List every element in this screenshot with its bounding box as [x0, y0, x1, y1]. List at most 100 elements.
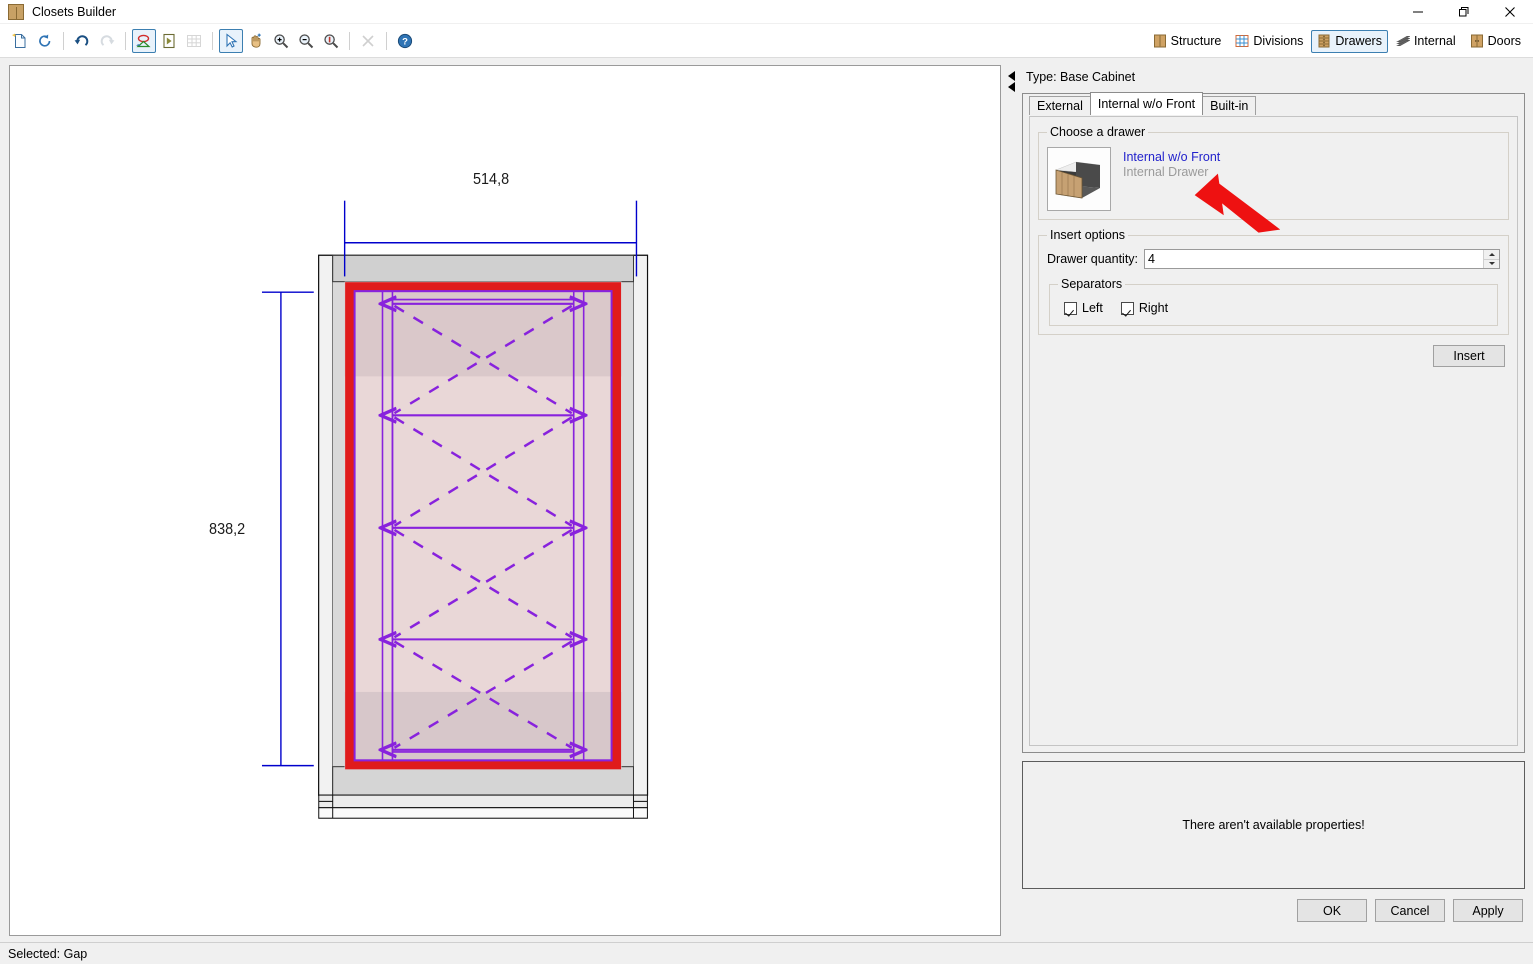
maximize-button[interactable] [1441, 0, 1487, 24]
tab-panel-internal-wo-front: Choose a drawer Internal w/o Front Inter… [1029, 116, 1518, 746]
drawer-quantity-input[interactable] [1145, 250, 1483, 268]
toolbar-separator [63, 31, 64, 50]
ok-button[interactable]: OK [1297, 899, 1367, 922]
collapse-left-icon-2 [1007, 81, 1015, 92]
window-controls [1395, 0, 1533, 24]
drawer-3d-icon [1048, 148, 1110, 210]
dialog-button-row: OK Cancel Apply [1022, 889, 1525, 922]
chevron-up-icon [1488, 252, 1495, 256]
chevron-down-icon [1488, 262, 1495, 266]
properties-empty-message: There aren't available properties! [1182, 818, 1365, 832]
main-toolbar: ? Structure Divisions Drawers Internal D… [0, 24, 1533, 58]
undo-button[interactable] [70, 29, 94, 53]
properties-panel: There aren't available properties! [1022, 761, 1525, 889]
edit-shape-button[interactable] [132, 28, 156, 53]
module-button-group: Structure Divisions Drawers Internal Doo… [1147, 24, 1527, 58]
insert-button[interactable]: Insert [1433, 345, 1505, 367]
help-question-icon: ? [397, 33, 413, 48]
shelves-icon [1396, 36, 1410, 46]
grid-blue-icon [1235, 35, 1249, 47]
checkbox-checked-icon [1064, 301, 1077, 315]
checkbox-checked-icon-2 [1120, 301, 1134, 315]
spinner-decrement-button[interactable] [1484, 258, 1499, 268]
drawer-3d-thumbnail[interactable] [1047, 147, 1111, 211]
drawer-option-labels: Internal w/o Front Internal Drawer [1123, 147, 1220, 179]
grid-icon [187, 34, 201, 47]
app-cabinet-icon [8, 3, 24, 20]
refresh-icon [39, 34, 51, 47]
play-button[interactable] [157, 29, 181, 53]
canvas-container: 514,8 838,2 [0, 58, 1006, 942]
tab-built-in[interactable]: Built-in [1202, 96, 1257, 115]
module-drawers-label: Drawers [1335, 34, 1382, 48]
tab-internal-wo-front[interactable]: Internal w/o Front [1089, 92, 1204, 115]
magnifier-minus-icon [299, 33, 314, 48]
panel-splitter[interactable] [1006, 58, 1022, 942]
choose-a-drawer-group: Choose a drawer Internal w/o Front Inter… [1038, 125, 1509, 220]
spinner-buttons [1483, 250, 1499, 268]
magnifier-plus-icon [274, 33, 289, 48]
toolbar-left-group: ? [0, 28, 417, 53]
zoom-fit-button[interactable] [319, 29, 343, 53]
drawer-option-subtitle: Internal Drawer [1123, 165, 1209, 179]
module-internal-button[interactable]: Internal [1390, 30, 1462, 53]
doors-icon [1470, 34, 1483, 48]
cancel-button[interactable]: Cancel [1375, 899, 1445, 922]
drawing-canvas[interactable]: 514,8 838,2 [9, 65, 1001, 936]
zoom-out-button[interactable] [294, 29, 318, 53]
edit-shape-icon [136, 34, 151, 47]
close-button[interactable] [1487, 0, 1533, 24]
choose-a-drawer-legend: Choose a drawer [1050, 125, 1146, 139]
close-icon [1505, 6, 1515, 17]
minimize-icon [1413, 11, 1423, 12]
drawer-option-title[interactable]: Internal w/o Front [1123, 150, 1220, 164]
pan-tool-button[interactable] [244, 29, 268, 53]
separators-group: Separators Left Right [1049, 277, 1498, 326]
module-divisions-label: Divisions [1253, 34, 1304, 48]
toolbar-separator [125, 31, 126, 50]
select-tool-button[interactable] [219, 28, 243, 53]
collapse-panel-button[interactable] [1006, 66, 1016, 96]
spinner-increment-button[interactable] [1484, 250, 1499, 259]
magnifier-one-icon [324, 33, 339, 48]
tab-external[interactable]: External [1029, 96, 1091, 115]
minimize-button[interactable] [1395, 0, 1441, 24]
separator-right-label: Right [1138, 301, 1169, 315]
module-doors-button[interactable]: Doors [1464, 30, 1527, 53]
separator-left-checkbox[interactable]: Left [1064, 301, 1103, 315]
tab-external-label: External [1037, 99, 1083, 113]
main-body: 514,8 838,2 Type: Base Cabinet External … [0, 58, 1533, 942]
separator-right-checkbox[interactable]: Right [1120, 301, 1169, 315]
module-structure-button[interactable]: Structure [1147, 30, 1228, 53]
cabinet-icon [1153, 34, 1166, 48]
properties-section: There aren't available properties! OK Ca… [1022, 761, 1525, 922]
toolbar-separator [212, 31, 213, 50]
module-drawers-button[interactable]: Drawers [1311, 29, 1388, 53]
module-structure-label: Structure [1170, 34, 1222, 48]
toolbar-separator [349, 31, 350, 50]
application-window: Closets Builder ? Structure Divisions Dr… [0, 0, 1533, 964]
grid-button[interactable] [182, 29, 206, 53]
module-divisions-button[interactable]: Divisions [1229, 30, 1309, 53]
drawer-option-row[interactable]: Internal w/o Front Internal Drawer [1047, 145, 1500, 211]
help-button[interactable]: ? [393, 29, 417, 53]
separator-checkbox-row: Left Right [1058, 297, 1489, 317]
insert-button-row: Insert [1030, 335, 1517, 367]
reload-button[interactable] [33, 29, 57, 53]
height-dimension-label: 838,2 [209, 522, 245, 538]
drawer-quantity-spinner[interactable] [1144, 249, 1500, 269]
window-title: Closets Builder [32, 4, 117, 19]
undo-icon [74, 34, 89, 46]
play-outline-icon [163, 33, 175, 48]
toolbar-separator [386, 31, 387, 50]
redo-button[interactable] [95, 29, 119, 53]
insert-options-group: Insert options Drawer quantity: 4 Separa… [1038, 228, 1509, 335]
delete-button[interactable] [356, 29, 380, 53]
drawer-quantity-label: Drawer quantity: [1047, 252, 1139, 266]
zoom-in-button[interactable] [269, 29, 293, 53]
redo-icon [100, 34, 115, 46]
separators-legend: Separators [1061, 277, 1123, 291]
new-document-button[interactable] [8, 29, 32, 53]
apply-button[interactable]: Apply [1453, 899, 1523, 922]
tab-internal-wo-front-label: Internal w/o Front [1097, 97, 1196, 111]
